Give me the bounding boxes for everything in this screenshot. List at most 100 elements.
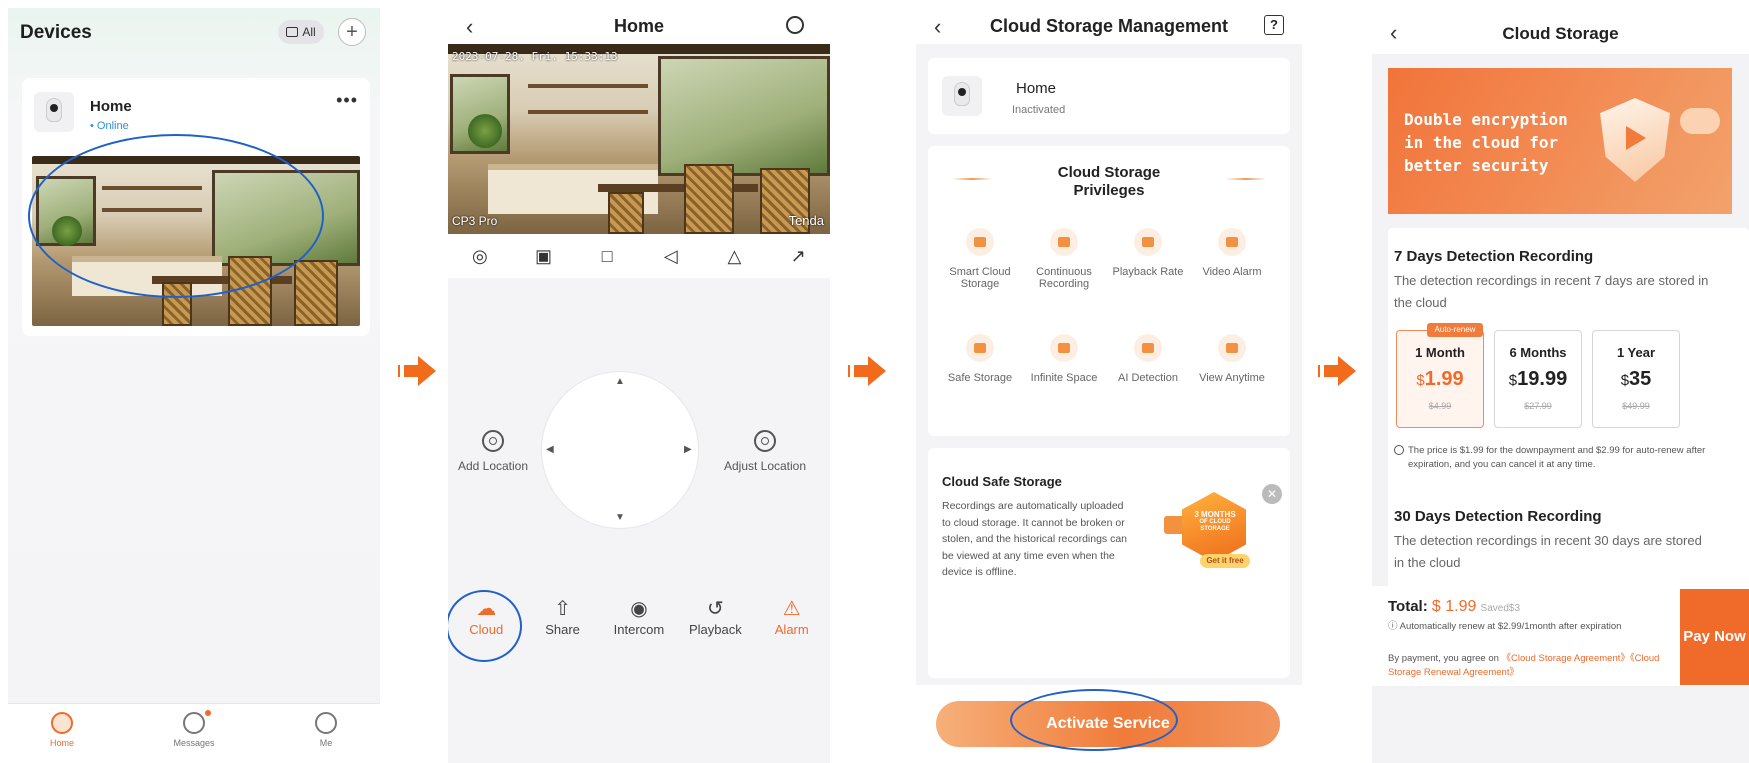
auto-renew-badge: Auto-renew <box>1427 323 1483 337</box>
banner-text: Double encryption in the cloud for bette… <box>1404 110 1568 175</box>
right-arrow-icon[interactable]: ▶ <box>684 444 692 455</box>
privilege-item: Playback Rate <box>1112 228 1184 278</box>
video-alarm-icon <box>1218 228 1246 256</box>
privilege-item: View Anytime <box>1196 334 1268 384</box>
section-title: 30 Days Detection Recording <box>1394 508 1602 525</box>
settings-icon[interactable] <box>786 16 804 34</box>
video-timestamp: 2023-07-28. Fri. 15:33:13 <box>452 50 618 63</box>
safe-storage-title: Cloud Safe Storage <box>942 474 1062 489</box>
device-status: • Online <box>90 120 129 132</box>
alarm-icon: ⚠ <box>782 598 801 620</box>
section-title: 7 Days Detection Recording <box>1394 248 1594 265</box>
share-button[interactable]: ⇧ Share <box>530 596 596 656</box>
camera-list-icon <box>286 27 299 37</box>
alarm-button[interactable]: ⚠ Alarm <box>759 596 825 656</box>
privilege-item: Video Alarm <box>1196 228 1268 278</box>
privileges-card: Cloud Storage Privileges Smart Cloud Sto… <box>928 146 1290 436</box>
agreement-text: By payment, you agree on 《Cloud Storage … <box>1388 653 1660 678</box>
eye-icon[interactable]: ◎ <box>465 246 495 267</box>
up-arrow-icon[interactable]: ▲ <box>615 376 625 387</box>
privilege-item: Continuous Recording <box>1028 228 1100 290</box>
total-amount: $ 1.99 <box>1431 598 1477 615</box>
free-trial-promo[interactable]: 3 MONTHS OF CLOUD STORAGE Get it free <box>1164 492 1252 582</box>
camera-model-label: CP3 Pro <box>452 214 498 228</box>
help-icon[interactable]: ? <box>1264 15 1284 35</box>
cloud-storage-icon <box>966 228 994 256</box>
top-bar: ‹ Home <box>448 8 830 44</box>
plan-option[interactable]: 6 Months $19.99 $27.99 <box>1494 330 1582 428</box>
device-name: Home <box>1016 80 1057 97</box>
tab-home[interactable]: Home <box>22 712 102 748</box>
more-options-icon[interactable]: ••• <box>336 90 358 111</box>
agreement-link[interactable]: 《Cloud Storage Agreement》 <box>1502 653 1630 664</box>
add-location-button[interactable]: Add Location <box>448 430 538 474</box>
privilege-item: AI Detection <box>1112 334 1184 384</box>
adjust-location-button[interactable]: Adjust Location <box>720 430 810 474</box>
shield-icon <box>966 334 994 362</box>
cloud-storage-management-screen: ‹ Cloud Storage Management ? Home Inacti… <box>916 8 1302 763</box>
promo-banner: Double encryption in the cloud for bette… <box>1388 68 1732 214</box>
checkout-footer: Total: $ 1.99 Saved$3 ⓘ Automatically re… <box>1372 586 1749 686</box>
down-arrow-icon[interactable]: ▼ <box>615 512 625 523</box>
saved-amount: Saved$3 <box>1480 603 1521 614</box>
highlight-ellipse <box>1010 689 1178 751</box>
shield-icon <box>1600 98 1670 182</box>
live-view-screen: ‹ Home 2023-07-28. Fri. 15:33:13 CP3 Pro… <box>448 8 830 763</box>
cloud-storage-purchase-screen: ‹ Cloud Storage Double encryption in the… <box>1372 8 1749 763</box>
cloud-icon <box>1680 108 1720 134</box>
page-title: Devices <box>20 22 92 43</box>
page-title: Cloud Storage Management <box>989 16 1229 36</box>
view-icon <box>1218 334 1246 362</box>
privileges-title: Cloud Storage Privileges <box>1057 164 1161 199</box>
flow-arrow-icon <box>1318 356 1358 386</box>
pay-now-button[interactable]: Pay Now <box>1680 589 1749 685</box>
microphone-icon: ◉ <box>630 598 648 620</box>
live-video-feed[interactable]: 2023-07-28. Fri. 15:33:13 CP3 Pro Tenda <box>448 44 830 234</box>
tab-messages[interactable]: Messages <box>154 710 234 748</box>
privilege-item: Infinite Space <box>1028 334 1100 384</box>
record-icon[interactable]: □ <box>592 246 622 267</box>
ptz-joystick[interactable]: ▲ ▼ ◀ ▶ <box>542 372 698 528</box>
plan-option[interactable]: Auto-renew 1 Month $1.99 $4.99 <box>1396 323 1484 428</box>
top-bar: ‹ Cloud Storage Management ? <box>916 8 1302 44</box>
chat-icon <box>183 710 211 734</box>
top-bar: ‹ Cloud Storage <box>1372 8 1749 54</box>
share-icon: ⇧ <box>554 598 571 620</box>
price-note: The price is $1.99 for the downpayment a… <box>1408 445 1706 470</box>
privilege-item: Smart Cloud Storage <box>944 228 1016 290</box>
left-arrow-icon[interactable]: ◀ <box>546 444 554 455</box>
section-desc: The detection recordings in recent 7 day… <box>1394 273 1709 310</box>
plan-option[interactable]: 1 Year $35 $49.99 <box>1592 330 1680 428</box>
flow-arrow-icon <box>848 356 888 386</box>
add-device-button[interactable]: + <box>338 18 366 46</box>
section-desc: The detection recordings in recent 30 da… <box>1394 533 1702 570</box>
video-record-icon <box>1050 228 1078 256</box>
alarm-toggle-icon[interactable]: △ <box>719 246 749 267</box>
camera-icon <box>34 92 74 132</box>
box-icon <box>1050 334 1078 362</box>
camera-icon <box>942 76 982 116</box>
get-it-free-button[interactable]: Get it free <box>1200 554 1250 568</box>
playback-icon: ↺ <box>706 598 724 620</box>
promo-storage: OF CLOUD STORAGE <box>1199 519 1231 532</box>
fast-forward-icon <box>1134 228 1162 256</box>
home-camera-icon <box>51 712 73 734</box>
page-title: Cloud Storage <box>1502 24 1619 43</box>
snapshot-icon[interactable]: ▣ <box>528 246 558 267</box>
tab-me[interactable]: Me <box>286 712 366 748</box>
mute-icon[interactable]: ◁ <box>656 246 686 267</box>
highlight-ellipse <box>28 134 324 298</box>
fullscreen-icon[interactable]: ↗ <box>783 246 813 267</box>
playback-button[interactable]: ↺ Playback <box>682 596 748 656</box>
close-icon[interactable]: ✕ <box>1262 484 1282 504</box>
filter-all-button[interactable]: All <box>278 20 324 44</box>
flow-arrow-icon <box>398 356 438 386</box>
highlight-ellipse <box>448 590 522 662</box>
devices-screen: Devices All + Home • Online ••• Home Mes… <box>8 8 380 763</box>
promo-months: 3 MONTHS <box>1194 510 1236 519</box>
device-name: Home <box>90 98 132 115</box>
intercom-button[interactable]: ◉ Intercom <box>606 596 672 656</box>
filter-all-label: All <box>302 25 316 39</box>
brand-watermark: Tenda <box>788 213 824 228</box>
bottom-tab-bar: Home Messages Me <box>8 703 380 763</box>
